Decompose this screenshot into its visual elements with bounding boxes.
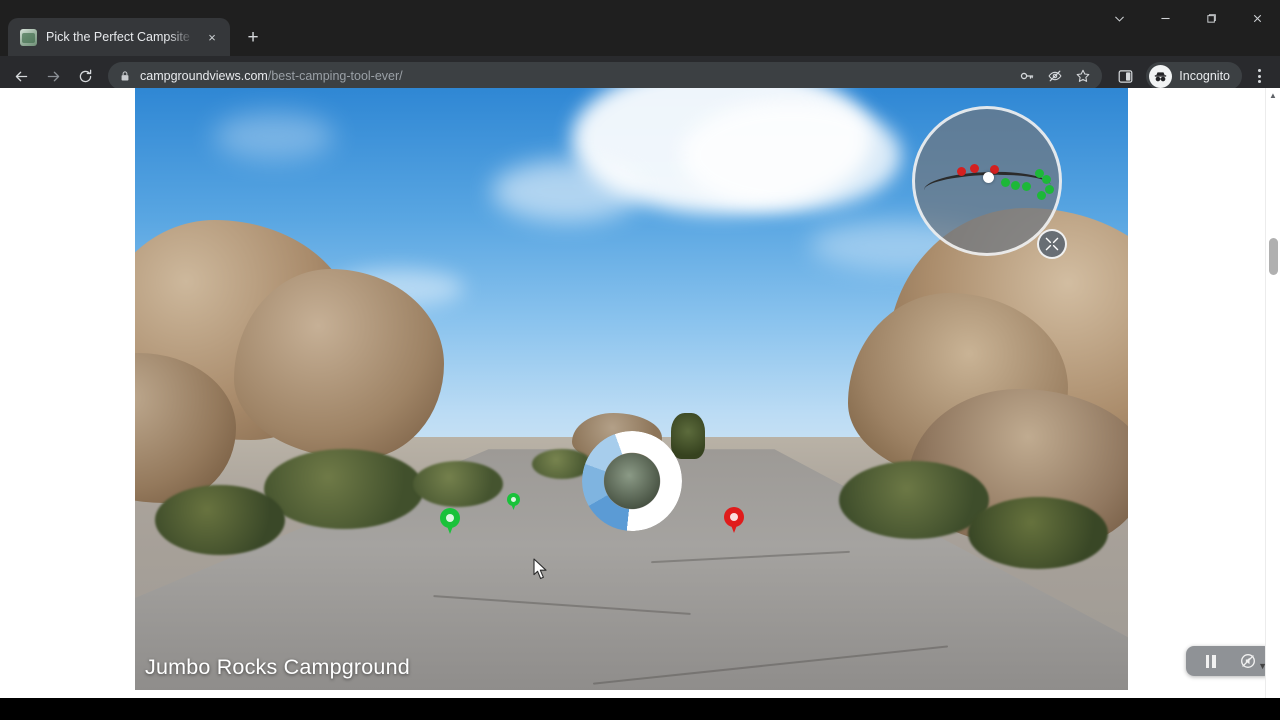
address-bar[interactable]: campgroundviews.com/best-camping-tool-ev… (108, 62, 1103, 90)
url-text: campgroundviews.com/best-camping-tool-ev… (140, 69, 403, 83)
pause-bar (1212, 654, 1216, 668)
new-tab-button[interactable]: + (239, 23, 267, 51)
minimap-marker-red[interactable] (956, 166, 966, 176)
url-host: campgroundviews.com (140, 69, 268, 83)
cloud (492, 160, 643, 223)
campsite-pin-green[interactable] (440, 508, 460, 535)
forward-icon[interactable] (38, 61, 68, 91)
side-panel-icon[interactable] (1110, 61, 1140, 91)
url-path: /best-camping-tool-ever/ (267, 69, 403, 83)
pause-bar (1205, 654, 1209, 668)
campground-favicon (20, 28, 37, 46)
video-player[interactable]: Jumbo Rocks Campground (135, 88, 1128, 690)
pin-dot (446, 514, 454, 522)
minimap[interactable] (912, 106, 1067, 259)
window-controls (1096, 0, 1280, 36)
menu-dot (1257, 74, 1261, 78)
profile-label: Incognito (1179, 69, 1230, 83)
incognito-avatar-icon (1149, 64, 1173, 88)
maximize-icon[interactable] (1188, 0, 1234, 36)
eye-off-icon[interactable] (1042, 63, 1068, 89)
joshua-tree (671, 413, 706, 460)
title-bar: Pick the Perfect Campsite | Camp × + (0, 0, 1280, 56)
minimap-marker-green[interactable] (1037, 191, 1047, 201)
campsite-pin-red[interactable] (724, 507, 744, 534)
minimap-current-position (982, 172, 994, 184)
desert-bush (413, 461, 504, 508)
reload-icon[interactable] (70, 61, 100, 91)
page-scrollbar[interactable]: ▲ (1265, 88, 1280, 698)
close-window-icon[interactable] (1234, 0, 1280, 36)
menu-dot (1257, 80, 1261, 83)
scroll-up-arrow-icon[interactable]: ▲ (1266, 88, 1280, 103)
media-control-pill[interactable]: ▼ (1186, 646, 1272, 676)
tab-strip: Pick the Perfect Campsite | Camp × + (0, 0, 267, 56)
campsite-pin-green[interactable] (507, 493, 520, 511)
mute-tab-icon[interactable] (1237, 650, 1259, 672)
key-icon[interactable] (1014, 63, 1040, 89)
minimap-marker-green[interactable] (1041, 175, 1051, 185)
minimap-marker-green[interactable] (1044, 185, 1054, 195)
profile-chip-incognito[interactable]: Incognito (1146, 62, 1242, 90)
desert-bush (968, 497, 1109, 570)
chrome-menu-icon[interactable] (1246, 61, 1272, 91)
page-viewport: Jumbo Rocks Campground 00:10 / 12:57 (0, 88, 1280, 698)
minimap-marker-green[interactable] (1021, 182, 1031, 192)
campground-title: Jumbo Rocks Campground (145, 655, 410, 679)
pause-icon[interactable] (1200, 650, 1222, 672)
navigation-donut-icon[interactable] (581, 431, 682, 531)
desert-bush (154, 485, 285, 556)
pin-dot (511, 497, 516, 502)
scrollbar-thumb[interactable] (1269, 238, 1278, 275)
desert-bush (838, 461, 989, 540)
tab-title: Pick the Perfect Campsite | Camp (46, 30, 194, 44)
cloud (214, 112, 335, 161)
street-view-scene[interactable]: Jumbo Rocks Campground (135, 88, 1128, 690)
donut-center (603, 453, 660, 509)
bottom-letterbox (0, 698, 1280, 720)
lock-icon (119, 70, 131, 82)
minimap-marker-red[interactable] (969, 163, 979, 173)
menu-dot (1257, 69, 1261, 72)
minimap-inner (915, 109, 1059, 253)
browser-window: Pick the Perfect Campsite | Camp × + (0, 0, 1280, 720)
desert-bush (264, 449, 425, 530)
close-tab-icon[interactable]: × (203, 28, 221, 46)
cloud (681, 100, 902, 211)
omnibox-actions (1014, 63, 1096, 89)
pause-bars (1205, 654, 1216, 668)
back-icon[interactable] (6, 61, 36, 91)
minimize-icon[interactable] (1142, 0, 1188, 36)
star-icon[interactable] (1070, 63, 1096, 89)
minimap-expand-icon[interactable] (1037, 229, 1067, 259)
pin-dot (730, 513, 738, 521)
browser-tab[interactable]: Pick the Perfect Campsite | Camp × (8, 18, 230, 56)
tab-search-chevron-down-icon[interactable] (1096, 0, 1142, 36)
